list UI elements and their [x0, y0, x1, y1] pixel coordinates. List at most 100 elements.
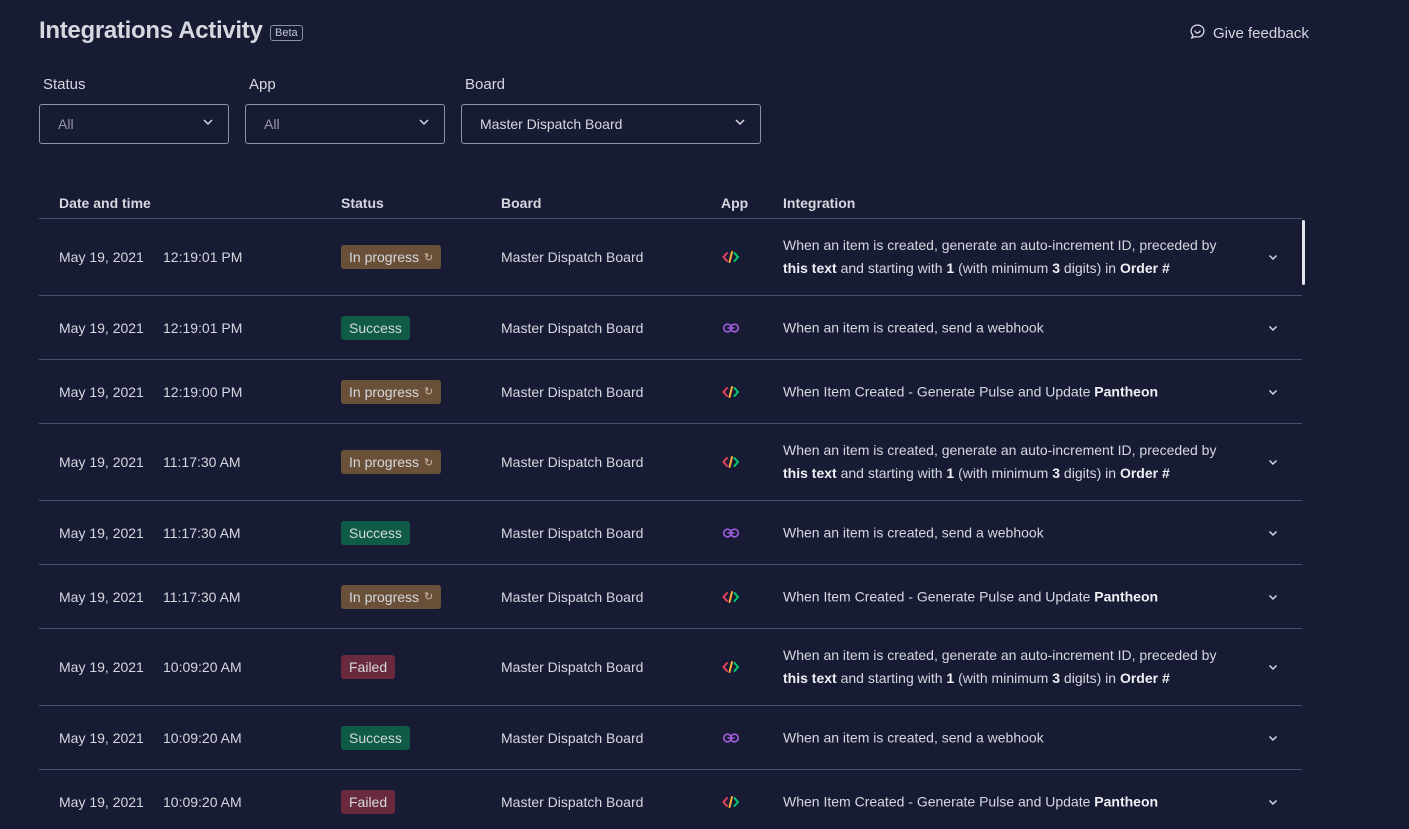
app-select[interactable]: All — [245, 104, 445, 144]
give-feedback-label: Give feedback — [1213, 25, 1309, 42]
status-badge-label: Success — [349, 729, 402, 746]
table-row[interactable]: May 19, 2021 11:17:30 AM In progress ↻ Maste… — [39, 565, 1302, 629]
status-badge-label: In progress — [349, 249, 420, 265]
expand-row-chevron-icon[interactable] — [1267, 322, 1279, 334]
row-integration: When an item is created, send a webhook — [783, 729, 1044, 745]
row-board: Master Dispatch Board — [501, 793, 644, 810]
row-date: May 19, 2021 — [59, 729, 144, 746]
status-select-value: All — [58, 116, 74, 132]
status-badge: In progress ↻ — [341, 245, 442, 269]
expand-row-chevron-icon[interactable] — [1267, 732, 1279, 744]
status-badge-label: Failed — [349, 659, 388, 675]
row-status: In progress ↻ — [341, 245, 442, 269]
activity-table-body: May 19, 2021 12:19:01 PM In progress ↻ Maste… — [39, 219, 1302, 829]
loading-icon: ↻ — [424, 251, 434, 264]
scrollbar-thumb[interactable] — [1302, 220, 1305, 285]
code-icon — [721, 455, 741, 469]
row-integration: When Item Created - Generate Pulse and U… — [783, 588, 1159, 604]
row-time: 10:09:20 AM — [163, 729, 242, 746]
expand-row-chevron-icon[interactable] — [1267, 251, 1279, 263]
row-board: Master Dispatch Board — [501, 659, 644, 675]
code-icon — [721, 660, 741, 674]
row-board: Master Dispatch Board — [501, 454, 644, 470]
row-status: Success — [341, 520, 410, 545]
row-date: May 19, 2021 — [59, 383, 144, 400]
expand-row-chevron-icon[interactable] — [1267, 456, 1279, 468]
row-time: 10:09:20 AM — [163, 659, 242, 675]
status-filter: Status All — [39, 76, 229, 144]
status-badge: Failed — [341, 655, 396, 679]
page-title: Integrations Activity — [39, 17, 263, 44]
row-date: May 19, 2021 — [59, 319, 144, 336]
row-integration: When Item Created - Generate Pulse and U… — [783, 383, 1159, 399]
app-filter-label: App — [249, 76, 276, 93]
row-board: Master Dispatch Board — [501, 588, 644, 605]
row-date: May 19, 2021 — [59, 793, 144, 810]
row-board: Master Dispatch Board — [501, 383, 644, 400]
table-row[interactable]: May 19, 2021 11:17:30 AM In progress ↻ Maste… — [39, 424, 1302, 501]
status-badge-label: Success — [349, 524, 402, 541]
status-badge-label: Failed — [349, 793, 388, 810]
webhook-icon — [721, 526, 741, 540]
row-board: Master Dispatch Board — [501, 319, 644, 336]
status-badge-label: In progress — [349, 383, 420, 400]
row-date: May 19, 2021 — [59, 659, 144, 675]
beta-badge: Beta — [270, 25, 303, 41]
give-feedback-button[interactable]: Give feedback — [1189, 23, 1309, 44]
status-filter-label: Status — [43, 76, 86, 93]
expand-row-chevron-icon[interactable] — [1267, 591, 1279, 603]
expand-row-chevron-icon[interactable] — [1267, 527, 1279, 539]
table-row[interactable]: May 19, 2021 12:19:01 PM Success Master Dis… — [39, 296, 1302, 360]
row-status: Failed — [341, 655, 396, 679]
app-select-value: All — [264, 116, 280, 132]
row-date: May 19, 2021 — [59, 524, 144, 541]
row-status: In progress ↻ — [341, 584, 442, 609]
status-badge: Success — [341, 520, 410, 545]
board-select[interactable]: Master Dispatch Board — [461, 104, 761, 144]
table-row[interactable]: May 19, 2021 10:09:20 AM Failed Master Disp… — [39, 629, 1302, 706]
table-row[interactable]: May 19, 2021 12:19:01 PM In progress ↻ Maste… — [39, 219, 1302, 296]
chevron-down-icon — [418, 115, 430, 133]
column-header-app: App — [721, 195, 749, 211]
row-board: Master Dispatch Board — [501, 729, 644, 746]
table-row[interactable]: May 19, 2021 10:09:20 AM Success Master Dis… — [39, 706, 1302, 770]
row-status: In progress ↻ — [341, 450, 442, 474]
code-icon — [721, 250, 741, 264]
row-time: 12:19:01 PM — [163, 249, 243, 265]
status-badge: In progress ↻ — [341, 450, 442, 474]
row-time: 12:19:00 PM — [163, 383, 243, 400]
row-integration: When an item is created, generate an aut… — [783, 647, 1217, 686]
row-status: In progress ↻ — [341, 379, 442, 404]
table-row[interactable]: May 19, 2021 10:09:20 AM Failed Master Disp… — [39, 770, 1302, 829]
loading-icon: ↻ — [424, 456, 434, 469]
row-time: 11:17:30 AM — [163, 454, 241, 470]
status-badge: Failed — [341, 789, 396, 814]
expand-row-chevron-icon[interactable] — [1267, 796, 1279, 808]
status-badge: Success — [341, 315, 410, 340]
column-header-board: Board — [501, 195, 542, 211]
status-badge: In progress ↻ — [341, 584, 442, 609]
board-select-value: Master Dispatch Board — [480, 116, 623, 132]
chat-bubble-icon — [1189, 23, 1206, 44]
table-row[interactable]: May 19, 2021 12:19:00 PM In progress ↻ Maste… — [39, 360, 1302, 424]
row-time: 10:09:20 AM — [163, 793, 242, 810]
expand-row-chevron-icon[interactable] — [1267, 661, 1279, 673]
row-integration: When Item Created - Generate Pulse and U… — [783, 793, 1159, 809]
loading-icon: ↻ — [424, 591, 434, 603]
row-integration: When an item is created, generate an aut… — [783, 442, 1217, 481]
expand-row-chevron-icon[interactable] — [1267, 386, 1279, 398]
loading-icon: ↻ — [424, 386, 434, 398]
board-filter-label: Board — [465, 76, 506, 93]
table-header: Date and time Status Board App Integrati… — [39, 190, 1302, 219]
status-select[interactable]: All — [39, 104, 229, 144]
row-date: May 19, 2021 — [59, 249, 144, 265]
status-badge: In progress ↻ — [341, 379, 442, 404]
table-row[interactable]: May 19, 2021 11:17:30 AM Success Master Dis… — [39, 501, 1302, 565]
code-icon — [721, 795, 741, 809]
row-status: Success — [341, 315, 410, 340]
chevron-down-icon — [734, 115, 746, 133]
row-status: Success — [341, 725, 410, 750]
status-badge-label: In progress — [349, 588, 420, 605]
row-date: May 19, 2021 — [59, 588, 144, 605]
row-board: Master Dispatch Board — [501, 249, 644, 265]
